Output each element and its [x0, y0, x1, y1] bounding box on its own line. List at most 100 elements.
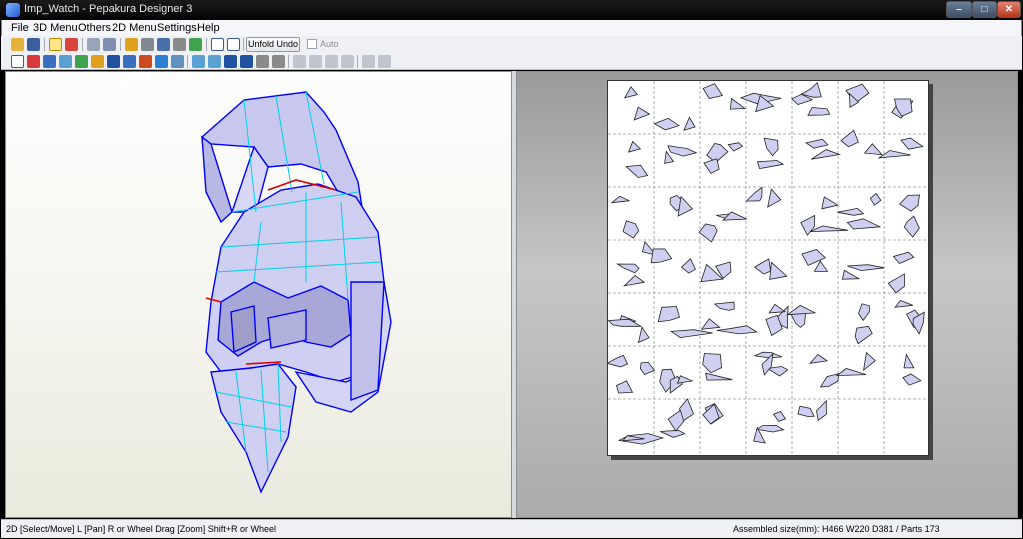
- maximize-button[interactable]: □: [972, 1, 997, 18]
- unfolded-part[interactable]: [837, 207, 865, 216]
- unfolded-part[interactable]: [729, 97, 747, 110]
- menu-file[interactable]: File: [11, 22, 29, 34]
- layout-icon[interactable]: [272, 55, 285, 68]
- unfolded-part[interactable]: [846, 218, 882, 230]
- menu-others[interactable]: Others: [78, 22, 111, 34]
- unfolded-part[interactable]: [700, 318, 721, 330]
- unfolded-part[interactable]: [809, 353, 829, 364]
- unfolded-part[interactable]: [847, 264, 885, 272]
- unfolded-part[interactable]: [800, 214, 816, 236]
- close-button[interactable]: ✕: [997, 1, 1021, 18]
- unfolded-part[interactable]: [755, 425, 785, 433]
- unfolded-part[interactable]: [616, 263, 640, 274]
- color-icon[interactable]: [65, 38, 78, 51]
- unfolded-part[interactable]: [727, 142, 744, 152]
- open-icon[interactable]: [11, 38, 24, 51]
- menu-help[interactable]: Help: [197, 22, 220, 34]
- texture-toggle-icon[interactable]: [49, 38, 62, 51]
- view-2d[interactable]: [516, 71, 1018, 518]
- unfolded-part[interactable]: [810, 225, 848, 232]
- select-icon[interactable]: [11, 55, 24, 68]
- text-icon[interactable]: [91, 55, 104, 68]
- unfolded-part[interactable]: [772, 411, 787, 422]
- unfolded-part[interactable]: [650, 248, 673, 264]
- unfolded-part[interactable]: [892, 251, 915, 264]
- single-view-icon[interactable]: [211, 38, 224, 51]
- align-right-icon[interactable]: [309, 55, 322, 68]
- save-icon[interactable]: [27, 38, 40, 51]
- unfolded-part[interactable]: [805, 138, 829, 149]
- ungroup-icon[interactable]: [378, 55, 391, 68]
- unfolded-part[interactable]: [753, 258, 772, 275]
- unfolded-part[interactable]: [763, 137, 779, 157]
- unfolded-part[interactable]: [807, 107, 831, 116]
- print-icon[interactable]: [256, 55, 269, 68]
- unfolded-part[interactable]: [835, 368, 867, 377]
- unfolded-part[interactable]: [858, 303, 870, 322]
- title-bar[interactable]: Imp_Watch - Pepakura Designer 3 – □ ✕: [0, 0, 1023, 20]
- unfolded-part[interactable]: [716, 325, 758, 335]
- unfolded-part[interactable]: [786, 304, 817, 316]
- unfolded-part[interactable]: [821, 196, 839, 210]
- unfolded-part[interactable]: [894, 300, 913, 308]
- auto-checkbox[interactable]: [307, 39, 317, 49]
- unfolded-part[interactable]: [705, 372, 733, 381]
- unfolded-part[interactable]: [653, 117, 680, 131]
- unfolded-part[interactable]: [797, 405, 815, 418]
- unfolded-part[interactable]: [639, 361, 656, 375]
- unfolded-part[interactable]: [622, 220, 640, 239]
- unfold-undo-button[interactable]: Unfold Undo: [246, 37, 300, 52]
- view-3d[interactable]: [5, 71, 512, 518]
- align-top-icon[interactable]: [325, 55, 338, 68]
- unfolded-part[interactable]: [753, 351, 782, 359]
- menu-2d[interactable]: 2D Menu: [112, 22, 157, 34]
- flaps-icon[interactable]: [173, 38, 186, 51]
- pencil-icon[interactable]: [125, 38, 138, 51]
- unfolded-part[interactable]: [768, 303, 786, 314]
- unfolded-part[interactable]: [698, 223, 718, 243]
- group-icon[interactable]: [362, 55, 375, 68]
- unfolded-part[interactable]: [670, 329, 713, 339]
- unfolded-part[interactable]: [637, 326, 650, 344]
- unfolded-part[interactable]: [622, 274, 646, 287]
- unfolded-part[interactable]: [610, 195, 631, 204]
- move-icon[interactable]: [59, 55, 72, 68]
- zoom-fit-icon[interactable]: [192, 55, 205, 68]
- flap-icon[interactable]: [75, 55, 88, 68]
- unfolded-part[interactable]: [816, 399, 827, 422]
- unfolded-part[interactable]: [680, 258, 697, 274]
- line-icon[interactable]: [123, 55, 136, 68]
- unfolded-part[interactable]: [887, 273, 905, 294]
- join-icon[interactable]: [189, 38, 202, 51]
- view-icon[interactable]: [103, 38, 116, 51]
- align-bottom-icon[interactable]: [341, 55, 354, 68]
- unfolded-part[interactable]: [863, 351, 876, 372]
- unfolded-part[interactable]: [616, 380, 634, 394]
- glue-icon[interactable]: [141, 38, 154, 51]
- cut-icon[interactable]: [27, 55, 40, 68]
- unfolded-part[interactable]: [769, 261, 788, 280]
- unfolded-part[interactable]: [903, 353, 915, 369]
- rotate-icon[interactable]: [43, 55, 56, 68]
- anchor-icon[interactable]: [157, 38, 170, 51]
- unfolded-part[interactable]: [657, 306, 680, 323]
- unfolded-part[interactable]: [841, 269, 861, 280]
- unfolded-part[interactable]: [702, 83, 724, 99]
- redo-icon[interactable]: [155, 55, 168, 68]
- refresh-icon[interactable]: [171, 55, 184, 68]
- unfolded-part[interactable]: [664, 150, 675, 164]
- zoom-parts-icon[interactable]: [208, 55, 221, 68]
- unfolded-part[interactable]: [677, 195, 694, 217]
- page-setup-icon[interactable]: [240, 55, 253, 68]
- unfolded-part[interactable]: [854, 325, 873, 345]
- unfolded-part[interactable]: [767, 188, 782, 208]
- unfolded-part[interactable]: [863, 143, 883, 156]
- unfolded-part[interactable]: [683, 116, 696, 131]
- unfolded-part[interactable]: [605, 354, 629, 368]
- unfolded-part[interactable]: [702, 353, 723, 374]
- menu-settings[interactable]: Settings: [157, 22, 197, 34]
- unfolded-part[interactable]: [625, 164, 649, 178]
- unfolded-part[interactable]: [800, 81, 822, 98]
- unfolded-part[interactable]: [900, 137, 924, 150]
- unfolded-part[interactable]: [607, 318, 643, 327]
